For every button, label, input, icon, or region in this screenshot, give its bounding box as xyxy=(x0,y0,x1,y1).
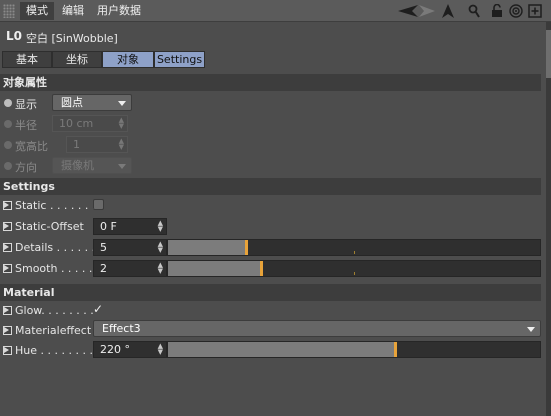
glow-label: Glow. . . . . . . . xyxy=(15,304,94,317)
keyframe-toggle-icon[interactable] xyxy=(3,346,12,355)
details-slider[interactable] xyxy=(167,239,541,256)
details-slider-handle[interactable] xyxy=(245,240,248,255)
menu-user-data[interactable]: 用户数据 xyxy=(91,2,147,20)
keyframe-toggle-icon[interactable] xyxy=(3,222,12,231)
details-value: 5 xyxy=(100,241,107,254)
scrollbar-track[interactable] xyxy=(546,22,551,416)
smooth-label: Smooth . . . . . xyxy=(15,262,93,275)
hue-field[interactable]: 220 ° ▲ ▼ xyxy=(93,341,167,358)
forward-arrow-icon[interactable] xyxy=(418,3,436,19)
cursor-arrow-icon[interactable] xyxy=(441,3,455,19)
display-value: 圆点 xyxy=(61,96,83,109)
tab-coordinates[interactable]: 坐标 xyxy=(52,51,102,68)
orientation-radio[interactable] xyxy=(4,162,12,170)
lock-icon[interactable] xyxy=(490,3,504,19)
details-slider-fill xyxy=(168,240,246,255)
section-settings: Settings xyxy=(0,178,541,195)
hue-label: Hue . . . . . . . . xyxy=(15,344,93,357)
tab-basic[interactable]: 基本 xyxy=(2,51,52,68)
smooth-stepper[interactable]: ▲ ▼ xyxy=(158,262,163,275)
static-offset-field[interactable]: 0 F ▲ ▼ xyxy=(93,218,167,235)
static-checkbox[interactable] xyxy=(93,199,104,210)
materialeffect-dropdown[interactable]: Effect3 xyxy=(93,320,541,337)
static-label: Static . . . . . . . xyxy=(15,199,96,212)
target-icon[interactable] xyxy=(508,3,524,19)
display-label: 显示 xyxy=(15,98,37,111)
aspect-value: 1 xyxy=(73,138,80,151)
orientation-value: 摄像机 xyxy=(61,159,94,172)
details-field[interactable]: 5 ▲ ▼ xyxy=(93,239,167,256)
hue-slider[interactable] xyxy=(167,341,541,358)
materialeffect-label: Materialeffect xyxy=(15,324,92,337)
chevron-down-icon xyxy=(118,101,126,106)
hue-stepper[interactable]: ▲ ▼ xyxy=(158,343,163,356)
materialeffect-value: Effect3 xyxy=(102,322,141,335)
radius-stepper[interactable]: ▲ ▼ xyxy=(119,117,124,130)
keyframe-toggle-icon[interactable] xyxy=(3,326,12,335)
menu-mode[interactable]: 模式 xyxy=(20,2,54,20)
aspect-label: 宽高比 xyxy=(15,140,48,153)
smooth-field[interactable]: 2 ▲ ▼ xyxy=(93,260,167,277)
static-offset-label: Static-Offset xyxy=(15,220,84,233)
keyframe-toggle-icon[interactable] xyxy=(3,243,12,252)
keyframe-toggle-icon[interactable] xyxy=(3,306,12,315)
details-label: Details . . . . . . xyxy=(15,241,96,254)
smooth-value: 2 xyxy=(100,262,107,275)
scrollbar-thumb[interactable] xyxy=(546,30,551,78)
radius-label: 半径 xyxy=(15,119,37,132)
drag-grip-icon[interactable] xyxy=(3,4,15,18)
slider-tick xyxy=(354,272,355,275)
search-icon[interactable] xyxy=(467,3,481,19)
aspect-field[interactable]: 1 ▲ ▼ xyxy=(66,136,128,153)
back-arrow-icon[interactable] xyxy=(397,3,419,19)
null-object-icon: L0 xyxy=(6,29,22,43)
smooth-slider-handle[interactable] xyxy=(260,261,263,276)
display-radio[interactable] xyxy=(4,99,12,107)
display-dropdown[interactable]: 圆点 xyxy=(52,94,132,111)
hue-slider-handle[interactable] xyxy=(394,342,397,357)
hue-slider-fill xyxy=(168,342,395,357)
keyframe-toggle-icon[interactable] xyxy=(3,264,12,273)
radius-field[interactable]: 10 cm ▲ ▼ xyxy=(52,115,128,132)
orientation-dropdown[interactable]: 摄像机 xyxy=(52,157,132,174)
smooth-slider-fill xyxy=(168,261,261,276)
keyframe-toggle-icon[interactable] xyxy=(3,201,12,210)
static-offset-stepper[interactable]: ▲ ▼ xyxy=(158,220,163,233)
chevron-down-icon xyxy=(118,164,126,169)
new-window-icon[interactable] xyxy=(527,3,543,19)
section-material: Material xyxy=(0,284,541,301)
chevron-down-icon xyxy=(527,327,535,332)
details-stepper[interactable]: ▲ ▼ xyxy=(158,241,163,254)
tab-settings[interactable]: Settings xyxy=(154,51,205,68)
object-title: 空白 [SinWobble] xyxy=(26,32,118,45)
static-offset-value: 0 F xyxy=(100,220,117,233)
smooth-slider[interactable] xyxy=(167,260,541,277)
section-object-properties: 对象属性 xyxy=(0,74,541,91)
radius-radio[interactable] xyxy=(4,120,12,128)
aspect-radio[interactable] xyxy=(4,141,12,149)
radius-value: 10 cm xyxy=(59,117,94,130)
menu-edit[interactable]: 编辑 xyxy=(56,2,90,20)
slider-tick xyxy=(354,251,355,254)
hue-value: 220 ° xyxy=(100,343,130,356)
orientation-label: 方向 xyxy=(15,161,37,174)
aspect-stepper[interactable]: ▲ ▼ xyxy=(119,138,124,151)
glow-checkbox[interactable]: ✓ xyxy=(93,303,103,315)
tab-object[interactable]: 对象 xyxy=(102,51,154,68)
